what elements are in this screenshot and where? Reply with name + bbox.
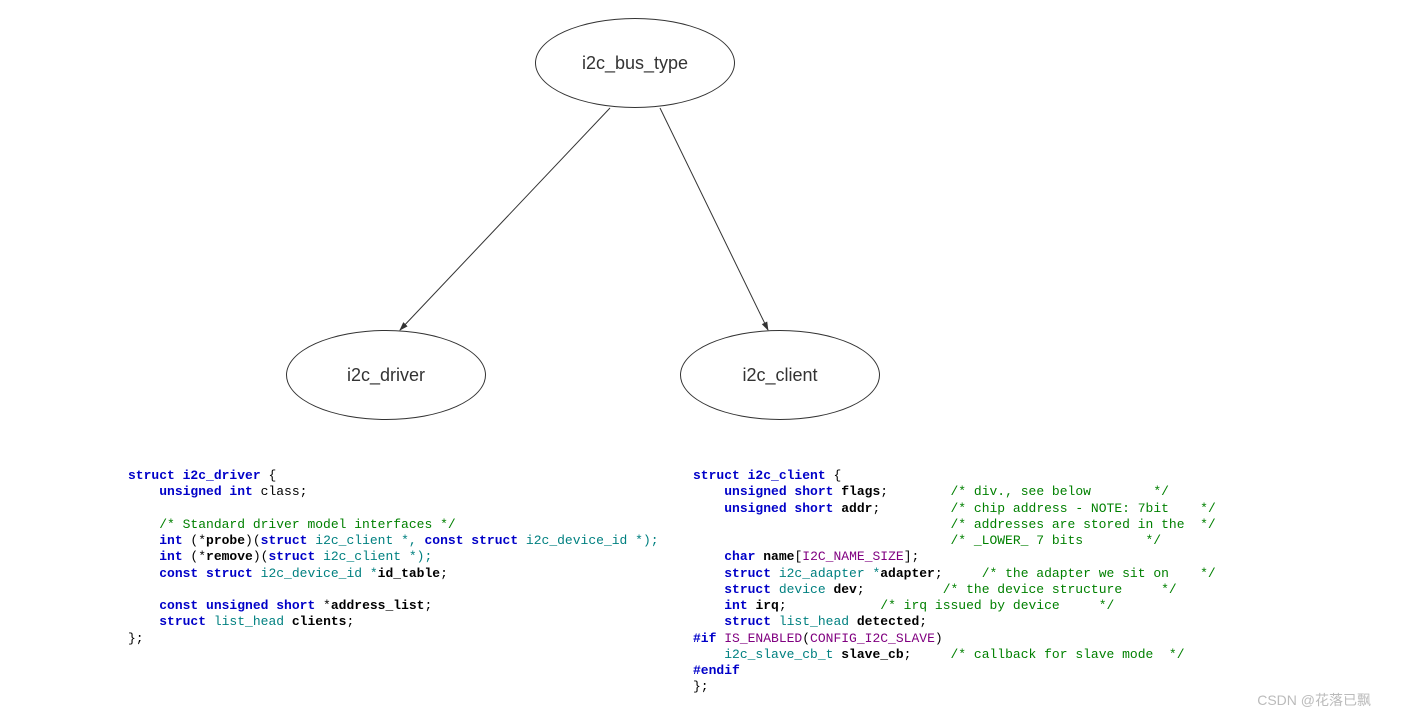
node-label: i2c_driver <box>347 365 425 386</box>
node-label: i2c_bus_type <box>582 53 688 74</box>
node-label: i2c_client <box>742 365 817 386</box>
diagram-canvas: i2c_bus_type i2c_driver i2c_client struc… <box>0 0 1401 716</box>
node-i2c-driver: i2c_driver <box>286 330 486 420</box>
node-i2c-bus-type: i2c_bus_type <box>535 18 735 108</box>
watermark: CSDN @花落已飘 <box>1257 690 1371 710</box>
node-i2c-client: i2c_client <box>680 330 880 420</box>
code-i2c-driver: struct i2c_driver { unsigned int class; … <box>128 468 659 647</box>
code-i2c-client: struct i2c_client { unsigned short flags… <box>693 468 1216 696</box>
